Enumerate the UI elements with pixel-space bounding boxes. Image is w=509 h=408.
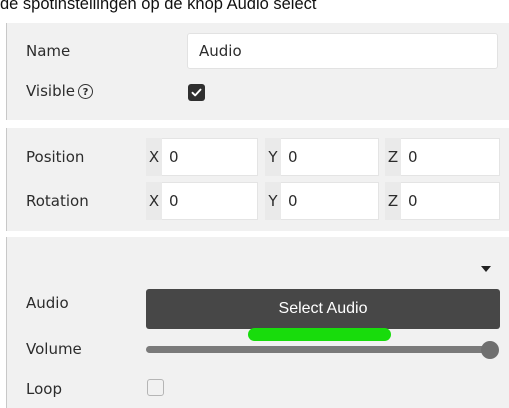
- volume-slider-track[interactable]: [146, 346, 490, 353]
- visible-label-row: Visible?: [26, 81, 93, 101]
- visible-label: Visible: [26, 82, 75, 100]
- rotation-label: Rotation: [26, 192, 89, 210]
- position-z-field[interactable]: Z 0: [385, 138, 500, 176]
- loop-label: Loop: [26, 380, 62, 398]
- help-icon[interactable]: ?: [78, 84, 93, 99]
- axis-z-tag: Z: [385, 182, 401, 220]
- highlight-marker: [248, 328, 391, 341]
- loop-checkbox[interactable]: [147, 379, 164, 396]
- select-audio-button[interactable]: Select Audio: [146, 289, 500, 329]
- page-caption: de spotinstellingen op de knop Audio sel…: [0, 0, 317, 13]
- axis-z-tag: Z: [385, 138, 401, 176]
- axis-y-tag: Y: [265, 138, 281, 176]
- position-y-input[interactable]: 0: [281, 138, 379, 176]
- position-z-input[interactable]: 0: [401, 138, 500, 176]
- axis-x-tag: X: [146, 182, 162, 220]
- rotation-z-input[interactable]: 0: [401, 182, 500, 220]
- axis-x-tag: X: [146, 138, 162, 176]
- volume-slider-thumb[interactable]: [481, 341, 499, 359]
- position-label: Position: [26, 148, 85, 166]
- position-x-field[interactable]: X 0: [146, 138, 258, 176]
- collapse-caret-icon[interactable]: [481, 266, 491, 272]
- rotation-x-input[interactable]: 0: [162, 182, 258, 220]
- name-input[interactable]: Audio: [187, 33, 498, 69]
- axis-y-tag: Y: [265, 182, 281, 220]
- visible-checkbox[interactable]: [188, 84, 205, 101]
- position-y-field[interactable]: Y 0: [265, 138, 379, 176]
- rotation-z-field[interactable]: Z 0: [385, 182, 500, 220]
- check-icon: [191, 88, 202, 97]
- rotation-y-input[interactable]: 0: [281, 182, 379, 220]
- rotation-y-field[interactable]: Y 0: [265, 182, 379, 220]
- volume-label: Volume: [26, 340, 82, 358]
- rotation-x-field[interactable]: X 0: [146, 182, 258, 220]
- name-label: Name: [26, 42, 71, 60]
- audio-label: Audio: [26, 294, 69, 312]
- position-x-input[interactable]: 0: [162, 138, 258, 176]
